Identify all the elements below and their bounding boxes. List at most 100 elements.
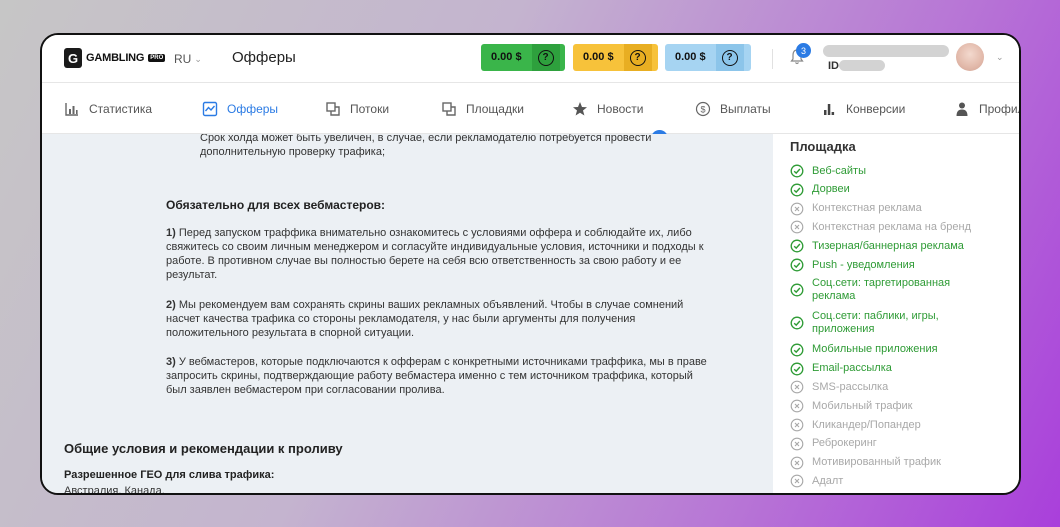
platform-item: Контекстная реклама на бренд [790, 220, 971, 234]
check-circle-icon [790, 362, 804, 376]
platform-label: Веб-сайты [812, 164, 867, 177]
logo-text: GAMBLING [86, 52, 145, 64]
notification-badge: 3 [796, 43, 811, 58]
rule-line: насчет качества трафика со стороны рекла… [166, 313, 636, 325]
help-icon: ? [721, 49, 738, 66]
platform-label: Кликандер/Попандер [812, 418, 921, 431]
platform-item: Адалт [790, 474, 843, 488]
platform-item: Мобильные приложения [790, 343, 938, 357]
rule-line: положительного результата в спорной ситу… [166, 327, 415, 339]
tab-label: Офферы [227, 101, 279, 116]
help-icon: ? [629, 49, 646, 66]
platform-label: Адалт [812, 474, 844, 487]
page-title: Офферы [232, 49, 296, 66]
offer-description: Срок холда может быть увеличен, в случае… [42, 134, 773, 495]
tab-payouts[interactable]: $ Выплаты [695, 83, 771, 134]
platform-item: Тизерная/баннерная реклама [790, 239, 964, 253]
line-chart-icon [202, 101, 218, 116]
platform-item: Соц.сети: таргетированная реклама [790, 277, 950, 303]
balance-blue[interactable]: 0.00 $ ? [665, 44, 751, 71]
language-label: RU [174, 52, 192, 66]
platform-label: Соц.сети: паблики, игры, приложения [812, 310, 939, 336]
geo-heading: Разрешенное ГЕО для слива трафика: [64, 469, 275, 481]
platform-label-line: Соц.сети: паблики, игры, [812, 309, 939, 322]
rule-line: 1) Перед запуском траффика внимательно о… [166, 226, 692, 240]
check-circle-icon [790, 343, 804, 357]
top-header: G GAMBLING PRO RU ⌄ Офферы 0.00 $ ? 0.00… [42, 35, 1019, 83]
tab-label: Потоки [350, 101, 390, 116]
rule-line: работе. В противном случае вы полностью … [166, 255, 682, 267]
rule-number: 3) [166, 356, 176, 368]
bar-chart-icon [65, 102, 78, 116]
platform-label: Мотивированный трафик [812, 456, 941, 469]
language-selector[interactable]: RU ⌄ [174, 52, 202, 66]
platform-item: SMS-рассылка [790, 380, 888, 394]
star-icon [573, 101, 587, 115]
help-button[interactable]: ? [531, 44, 560, 71]
logo-icon: G [64, 48, 82, 68]
logo[interactable]: G GAMBLING PRO [64, 48, 166, 68]
balance-green[interactable]: 0.00 $ ? [481, 44, 565, 71]
platform-item: Email-рассылка [790, 362, 892, 376]
cross-circle-icon [790, 456, 804, 469]
balance-yellow[interactable]: 0.00 $ ? [573, 44, 658, 71]
cross-circle-icon [790, 437, 804, 451]
help-button[interactable]: ? [623, 44, 652, 71]
user-id-label: ID [828, 60, 839, 72]
tab-news[interactable]: Новости [572, 83, 643, 134]
platform-item: Соц.сети: паблики, игры, приложения [790, 310, 939, 336]
platform-label: Контекстная реклама [812, 202, 922, 215]
tab-platforms[interactable]: Площадки [441, 83, 524, 134]
tab-statistics[interactable]: Статистика [64, 83, 152, 134]
svg-text:$: $ [700, 104, 705, 114]
avatar[interactable] [956, 43, 984, 71]
user-icon [956, 102, 968, 116]
bar-chart-icon [824, 103, 835, 115]
platform-item: Веб-сайты [790, 164, 866, 178]
platform-item: Реброкеринг [790, 437, 877, 451]
platform-label: Реброкеринг [812, 437, 877, 450]
cross-circle-icon [790, 221, 804, 234]
check-circle-icon [790, 316, 804, 330]
platform-label-line: Соц.сети: таргетированная [812, 276, 951, 289]
rule-text: Мы рекомендуем вам сохранять скрины ваши… [178, 299, 684, 311]
mandatory-heading: Обязательно для всех вебмастеров: [166, 198, 386, 212]
tab-profile[interactable]: Профиль [954, 83, 1019, 134]
cross-circle-icon [790, 399, 804, 413]
platform-item: Кликандер/Попандер [790, 418, 921, 432]
logo-pro-badge: PRO [148, 54, 166, 62]
app-window: G GAMBLING PRO RU ⌄ Офферы 0.00 $ ? 0.00… [40, 33, 1021, 495]
rule-line: результат. [166, 269, 218, 281]
geo-value: Австралия, Канада, [64, 485, 165, 495]
tab-offers[interactable]: Офферы [202, 83, 278, 134]
check-circle-icon [790, 183, 804, 197]
platform-label: Контекстная реклама на бренд [812, 220, 972, 233]
chevron-down-icon[interactable]: ⌄ [996, 52, 1004, 63]
platform-label: Тизерная/баннерная реклама [812, 239, 964, 252]
platform-label: Мобильные приложения [812, 343, 938, 356]
help-button[interactable]: ? [715, 44, 744, 71]
tab-label: Новости [597, 101, 644, 116]
user-id-redacted [839, 60, 885, 71]
chevron-down-icon: ⌄ [194, 53, 202, 64]
balance-amount: 0.00 $ [675, 51, 706, 63]
platform-label: SMS-рассылка [812, 380, 889, 393]
tab-conversions[interactable]: Конверсии [821, 83, 905, 134]
cross-circle-icon [790, 202, 804, 215]
balance-amount: 0.00 $ [491, 51, 522, 63]
tab-streams[interactable]: Потоки [325, 83, 389, 134]
rule-line: 3) У вебмастеров, которые подключаются к… [166, 355, 707, 369]
platform-item: Контекстная реклама [790, 202, 922, 216]
cross-circle-icon [790, 475, 804, 488]
platform-item: Дорвеи [790, 183, 850, 197]
tab-label: Конверсии [846, 101, 906, 116]
divider [772, 49, 773, 69]
rule-text: Перед запуском траффика внимательно озна… [178, 227, 692, 239]
tab-label: Площадки [466, 101, 524, 116]
platform-item: Push - уведомления [790, 258, 915, 272]
tab-label: Статистика [89, 101, 153, 116]
rule-text: У вебмастеров, которые подключаются к оф… [178, 356, 707, 368]
platform-label-line: приложения [812, 322, 875, 335]
rule-line: свяжитесь со своим личным менеджером и с… [166, 241, 704, 253]
dollar-icon: $ [695, 101, 711, 116]
